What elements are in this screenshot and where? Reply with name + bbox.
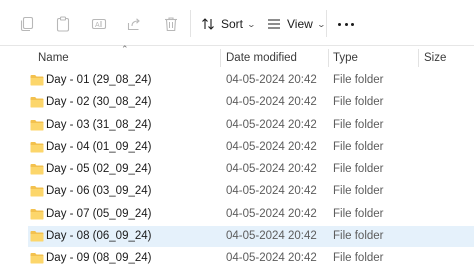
item-type: File folder [333, 74, 384, 86]
item-name: Day - 07 (05_09_24) [46, 208, 152, 220]
item-name: Day - 02 (30_08_24) [46, 96, 152, 108]
view-button[interactable]: View ⌄ [267, 12, 326, 36]
folder-icon [30, 120, 44, 131]
chevron-down-icon: ⌄ [316, 19, 326, 29]
item-date-modified: 04-05-2024 20:42 [226, 119, 317, 131]
item-type: File folder [333, 208, 384, 220]
folder-icon [30, 231, 44, 242]
list-item-selected[interactable]: Day - 08 (06_09_24) 04-05-2024 20:42 Fil… [28, 226, 474, 247]
more-icon-dot [351, 22, 354, 26]
item-date-modified: 04-05-2024 20:42 [226, 163, 317, 175]
svg-text:A: A [95, 22, 100, 29]
list-item[interactable]: Day - 01 (29_08_24) 04-05-2024 20:42 Fil… [28, 70, 474, 91]
folder-icon [30, 209, 44, 220]
column-divider[interactable] [418, 49, 419, 67]
folder-icon [30, 253, 44, 264]
column-divider[interactable] [328, 49, 329, 67]
view-label: View [287, 17, 313, 31]
item-type: File folder [333, 96, 384, 108]
chevron-down-icon: ⌄ [246, 19, 257, 29]
list-item[interactable]: Day - 02 (30_08_24) 04-05-2024 20:42 Fil… [28, 92, 474, 113]
toolbar-separator [326, 10, 327, 37]
rename-icon[interactable]: A [88, 13, 110, 35]
folder-icon [30, 97, 44, 108]
item-date-modified: 04-05-2024 20:42 [226, 96, 317, 108]
sort-label: Sort [221, 17, 244, 31]
item-type: File folder [333, 163, 384, 175]
item-type: File folder [333, 119, 384, 131]
column-header-date[interactable]: Date modified [226, 46, 297, 70]
item-type: File folder [333, 252, 384, 264]
delete-icon[interactable] [160, 13, 182, 35]
item-date-modified: 04-05-2024 20:42 [226, 230, 317, 242]
copy-icon[interactable] [16, 13, 38, 35]
folder-icon [30, 186, 44, 197]
item-date-modified: 04-05-2024 20:42 [226, 185, 317, 197]
item-type: File folder [333, 230, 384, 242]
item-date-modified: 04-05-2024 20:42 [226, 208, 317, 220]
sort-ascending-icon: ⌃ [121, 44, 129, 54]
list-item[interactable]: Day - 03 (31_08_24) 04-05-2024 20:42 Fil… [28, 115, 474, 136]
command-bar: A Sort ⌄ View ⌄ [0, 0, 474, 46]
item-type: File folder [333, 141, 384, 153]
folder-icon [30, 164, 44, 175]
folder-icon [30, 75, 44, 86]
item-name: Day - 01 (29_08_24) [46, 74, 152, 86]
list-item[interactable]: Day - 06 (03_09_24) 04-05-2024 20:42 Fil… [28, 181, 474, 202]
toolbar-separator [190, 10, 191, 37]
item-type: File folder [333, 185, 384, 197]
item-date-modified: 04-05-2024 20:42 [226, 252, 317, 264]
item-name: Day - 08 (06_09_24) [46, 230, 152, 242]
view-icon [268, 19, 280, 29]
more-icon-dot [344, 22, 348, 26]
sort-icon [202, 18, 214, 30]
paste-icon[interactable] [52, 13, 74, 35]
file-explorer-window: A Sort ⌄ View ⌄ ⌃ Name Date modified Typ… [0, 0, 474, 266]
column-header-row: ⌃ Name Date modified Type Size [0, 44, 474, 70]
folder-icon [30, 142, 44, 153]
item-date-modified: 04-05-2024 20:42 [226, 141, 317, 153]
item-name: Day - 03 (31_08_24) [46, 119, 152, 131]
more-options-button[interactable] [338, 17, 354, 31]
column-header-name[interactable]: Name [38, 46, 69, 70]
item-name: Day - 04 (01_09_24) [46, 141, 152, 153]
list-item[interactable]: Day - 05 (02_09_24) 04-05-2024 20:42 Fil… [28, 159, 474, 180]
list-item[interactable]: Day - 07 (05_09_24) 04-05-2024 20:42 Fil… [28, 204, 474, 225]
share-icon[interactable] [123, 13, 145, 35]
sort-button[interactable]: Sort ⌄ [201, 12, 257, 36]
item-date-modified: 04-05-2024 20:42 [226, 74, 317, 86]
column-header-type[interactable]: Type [333, 46, 358, 70]
column-header-size[interactable]: Size [424, 46, 446, 70]
list-item[interactable]: Day - 04 (01_09_24) 04-05-2024 20:42 Fil… [28, 137, 474, 158]
item-name: Day - 06 (03_09_24) [46, 185, 152, 197]
item-name: Day - 05 (02_09_24) [46, 163, 152, 175]
more-icon-dot [338, 22, 341, 26]
column-divider[interactable] [220, 49, 221, 67]
item-name: Day - 09 (08_09_24) [46, 252, 152, 264]
list-item[interactable]: Day - 09 (08_09_24) 04-05-2024 20:42 Fil… [28, 248, 474, 266]
